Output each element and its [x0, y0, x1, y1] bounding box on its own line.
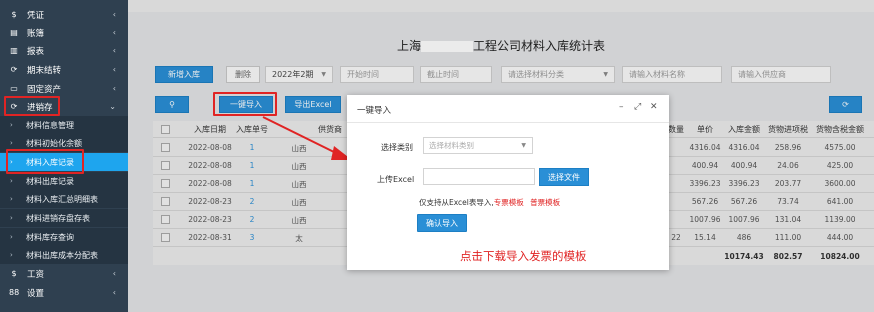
- minimize-icon[interactable]: –: [619, 102, 624, 112]
- annotation-hint: 点击下载导入发票的模板: [460, 249, 587, 263]
- special-invoice-template-link[interactable]: 专票模板: [494, 198, 524, 207]
- arrow-line: [262, 116, 339, 155]
- maximize-icon[interactable]: ⤢: [634, 102, 641, 112]
- upload-label: 上传Excel: [377, 175, 415, 184]
- modal-header: 一键导入 – ⤢ ✕: [347, 95, 669, 123]
- template-note: 仅支持从Excel表导入,专票模板 普票模板: [419, 198, 561, 207]
- choose-file-button[interactable]: 选择文件: [539, 168, 589, 186]
- normal-invoice-template-link[interactable]: 普票模板: [530, 198, 560, 207]
- import-modal: 一键导入 – ⤢ ✕ 选择类别 选择材料类别 ▼ 上传Excel 选择文件 仅支持…: [347, 95, 669, 270]
- category-label: 选择类别: [381, 143, 413, 152]
- modal-category-select[interactable]: 选择材料类别 ▼: [423, 137, 533, 154]
- caret-down-icon: ▼: [521, 142, 526, 149]
- modal-title: 一键导入: [357, 106, 392, 116]
- close-icon[interactable]: ✕: [650, 102, 658, 112]
- confirm-import-button[interactable]: 确认导入: [417, 214, 467, 232]
- file-path-input[interactable]: [423, 168, 535, 185]
